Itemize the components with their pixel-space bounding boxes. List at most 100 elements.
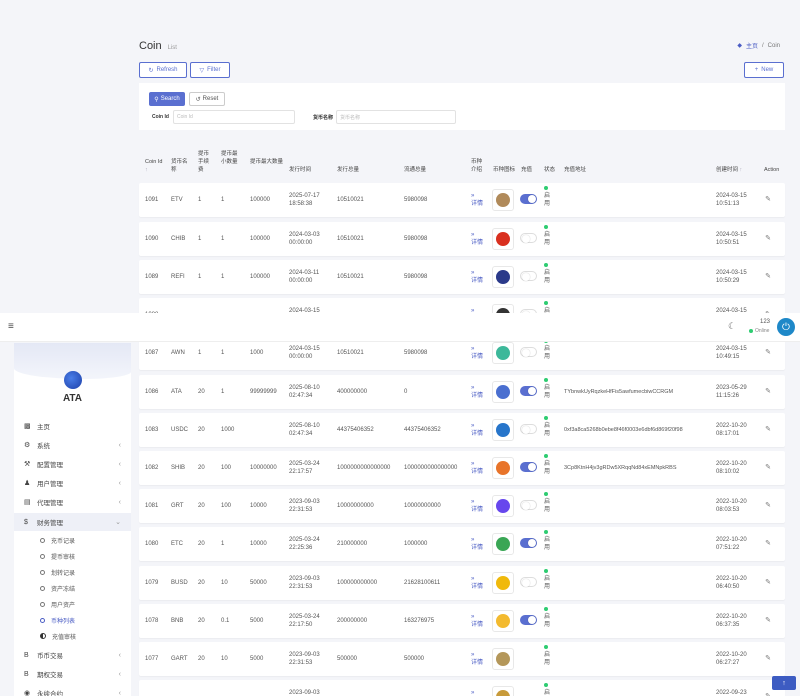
back-to-top-button[interactable]: ↑ — [772, 676, 796, 690]
detail-link[interactable]: »详情 — [471, 689, 485, 696]
table-row: 1090 CHIB 1 1 100000 2024-03-03 00:00:00 10510… — [139, 222, 785, 256]
edit-icon[interactable]: ✎ — [765, 654, 771, 662]
detail-link[interactable]: »详情 — [471, 575, 485, 591]
deposit-toggle[interactable] — [520, 577, 537, 587]
detail-link[interactable]: »详情 — [471, 192, 485, 208]
menu-toggle-icon[interactable]: ≡ — [8, 321, 14, 332]
detail-link[interactable]: »详情 — [471, 651, 485, 667]
sidebar-item-users[interactable]: ♟ 用户管理 ‹ — [14, 474, 131, 492]
deposit-toggle[interactable] — [520, 347, 537, 357]
deposit-toggle[interactable] — [520, 615, 537, 625]
cell-name: BNB — [171, 618, 184, 624]
cell-id: 1091 — [145, 197, 159, 203]
sidebar-item-spot[interactable]: B 币币交易 ‹ — [14, 646, 131, 664]
sidebar-item-agents[interactable]: ▤ 代理管理 ‹ — [14, 493, 131, 511]
edit-icon[interactable]: ✎ — [765, 539, 771, 547]
th-coin-id[interactable]: Coin Id ↑ — [145, 158, 163, 174]
sidebar-item-futures[interactable]: ◉ 永续合约 ‹ — [14, 684, 131, 696]
status-dot — [544, 263, 548, 267]
cell-created: 2024-03-15 10:51:13 — [716, 193, 747, 207]
cell-max: 99999999 — [250, 389, 277, 395]
edit-icon[interactable]: ✎ — [765, 387, 771, 395]
status-dot — [544, 378, 548, 382]
cell-circ: 163276975 — [404, 618, 435, 624]
cell-min: 1 — [221, 350, 225, 356]
deposit-toggle[interactable] — [520, 271, 537, 281]
edit-icon[interactable]: ✎ — [765, 463, 771, 471]
detail-link[interactable]: »详情 — [471, 498, 485, 514]
cell-id: 1081 — [145, 503, 159, 509]
deposit-toggle[interactable] — [520, 462, 537, 472]
main-content: Coin List ◆ 主页 / Coin ↻ Refresh ▽ Filter… — [0, 0, 800, 696]
status-text: 启用 — [544, 537, 551, 551]
cell-min: 100 — [221, 503, 232, 509]
coin-id-input[interactable]: Coin Id — [173, 110, 295, 124]
detail-link[interactable]: »详情 — [471, 613, 485, 629]
refresh-button[interactable]: ↻ Refresh — [139, 62, 187, 78]
new-button[interactable]: + New — [744, 62, 784, 78]
cell-total: 500000 — [337, 656, 358, 662]
filter-button[interactable]: ▽ Filter — [190, 62, 230, 78]
edit-icon[interactable]: ✎ — [765, 272, 771, 280]
power-icon[interactable]: ⏻ — [777, 318, 795, 336]
cell-max: 1000 — [250, 350, 264, 356]
detail-link[interactable]: »详情 — [471, 384, 485, 400]
cell-circ: 500000 — [404, 656, 425, 662]
deposit-toggle[interactable] — [520, 500, 537, 510]
sidebar-subitem-deposit-review[interactable]: 充值审核 — [14, 628, 131, 644]
sidebar-item-finance[interactable]: $ 财务管理 ⌄ — [14, 513, 131, 531]
sidebar-item-system[interactable]: ⚙ 系统 ‹ — [14, 436, 131, 454]
edit-icon[interactable]: ✎ — [765, 195, 771, 203]
sidebar-item-home[interactable]: ▩ 主页 — [14, 417, 131, 435]
cell-name: ETC — [171, 541, 183, 547]
status-dot — [544, 492, 548, 496]
sidebar-subitem-frozen[interactable]: 资产冻结 — [14, 580, 131, 596]
table-row: 1080 ETC 20 1 10000 2025-03-24 22:25:36 210000… — [139, 527, 785, 561]
home-icon[interactable]: ◆ — [737, 42, 742, 49]
edit-icon[interactable]: ✎ — [765, 501, 771, 509]
sidebar-item-options[interactable]: B 期权交易 ‹ — [14, 665, 131, 683]
breadcrumb-home[interactable]: 主页 — [746, 41, 758, 50]
detail-link[interactable]: »详情 — [471, 231, 485, 247]
cell-name: BUSD — [171, 580, 188, 586]
deposit-toggle[interactable] — [520, 194, 537, 204]
deposit-toggle[interactable] — [520, 386, 537, 396]
edit-icon[interactable]: ✎ — [765, 234, 771, 242]
deposit-toggle[interactable] — [520, 233, 537, 243]
detail-link[interactable]: »详情 — [471, 536, 485, 552]
cell-name: SHIB — [171, 465, 186, 471]
cell-circ: 5980098 — [404, 350, 428, 356]
circle-icon — [40, 553, 45, 559]
cell-total: 400000000 — [337, 389, 368, 395]
sidebar-item-config[interactable]: ⚒ 配置管理 ‹ — [14, 455, 131, 473]
edit-icon[interactable]: ✎ — [765, 692, 771, 696]
reset-button[interactable]: ↺ Reset — [189, 92, 225, 106]
sidebar-subitem-transfers[interactable]: 划转记录 — [14, 564, 131, 580]
edit-icon[interactable]: ✎ — [765, 348, 771, 356]
detail-link[interactable]: »详情 — [471, 345, 485, 361]
detail-link[interactable]: »详情 — [471, 422, 485, 438]
coin-icon — [492, 342, 514, 364]
deposit-toggle[interactable] — [520, 538, 537, 548]
sidebar-subitem-deposits[interactable]: 充币记录 — [14, 532, 131, 548]
deposit-toggle[interactable] — [520, 424, 537, 434]
sidebar-subitem-withdraw-review[interactable]: 提币审核 — [14, 548, 131, 564]
detail-link[interactable]: »详情 — [471, 460, 485, 476]
status-dot — [544, 683, 548, 687]
sidebar-subitem-user-assets[interactable]: 用户资产 — [14, 596, 131, 612]
th-created[interactable]: 创建时间 ↑ — [716, 166, 742, 174]
cell-issue: 2025-03-24 22:17:57 — [289, 461, 320, 475]
theme-toggle-icon[interactable]: ☾ — [728, 321, 736, 332]
reset-label: Reset — [202, 96, 219, 102]
edit-icon[interactable]: ✎ — [765, 425, 771, 433]
edit-icon[interactable]: ✎ — [765, 578, 771, 586]
toggle-knob — [528, 539, 536, 547]
search-button[interactable]: ⚲ Search — [149, 92, 185, 106]
user-name[interactable]: 123 — [760, 319, 770, 325]
cell-fee: 1 — [198, 350, 202, 356]
detail-link[interactable]: »详情 — [471, 269, 485, 285]
status-dot — [544, 416, 548, 420]
edit-icon[interactable]: ✎ — [765, 616, 771, 624]
sidebar-subitem-coin-list[interactable]: 币种列表 — [14, 612, 131, 628]
coin-name-input[interactable]: 货币名称 — [336, 110, 456, 124]
